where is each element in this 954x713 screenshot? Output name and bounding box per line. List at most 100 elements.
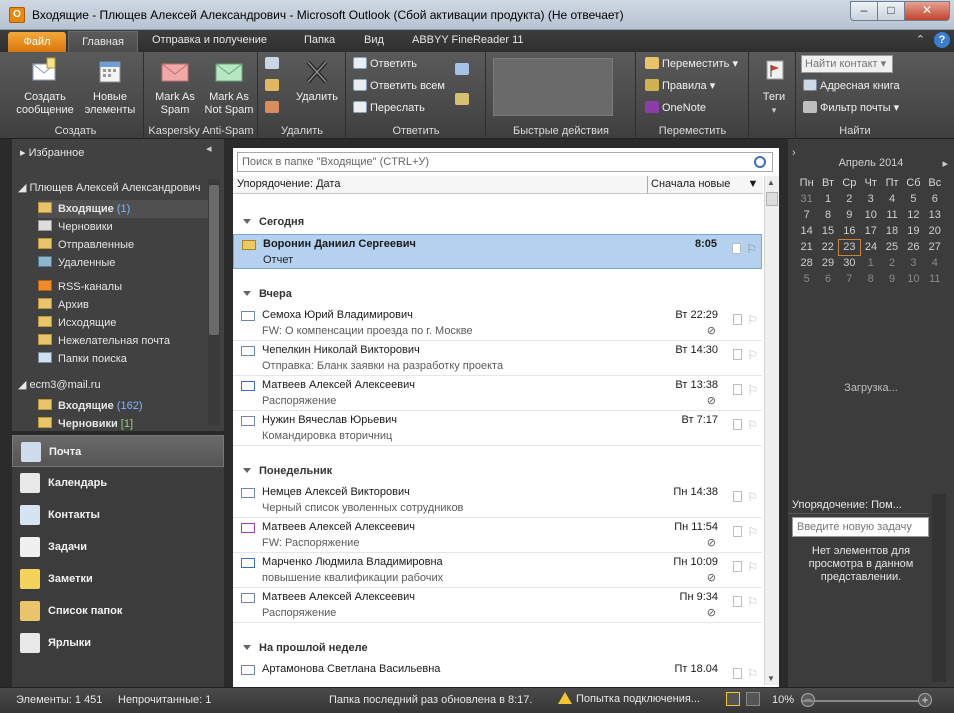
folder-rss[interactable]: RSS-каналы [38, 278, 122, 296]
calendar-day[interactable]: 10 [903, 271, 924, 287]
outlook-app-icon[interactable]: O [9, 7, 25, 23]
message-item[interactable]: Матвеев Алексей Алексеевич Распоряжение … [233, 376, 762, 411]
tab-abbyy[interactable]: ABBYY FineReader 11 [404, 30, 532, 52]
calendar-day[interactable]: 2 [839, 191, 860, 207]
nav-contacts-button[interactable]: Контакты [12, 499, 224, 531]
find-contact-input[interactable]: Найти контакт ▾ [801, 55, 893, 73]
calendar-day[interactable]: 8 [860, 271, 881, 287]
message-item[interactable]: Воронин Даниил Сергеевич Отчет 8:05 ⚐ [233, 234, 762, 269]
category-icon[interactable] [733, 384, 742, 395]
calendar-day[interactable]: 4 [881, 191, 902, 207]
quick-steps-gallery[interactable] [493, 58, 613, 116]
rules-button[interactable]: Правила ▾ [645, 78, 715, 94]
nav-tasks-button[interactable]: Задачи [12, 531, 224, 563]
reply-all-button[interactable]: Ответить всем [353, 78, 445, 94]
collapse-nav-icon[interactable]: ◂ [206, 142, 212, 155]
calendar-day[interactable]: 15 [817, 223, 838, 239]
message-list-scrollbar[interactable]: ▲ ▼ [764, 176, 779, 685]
calendar-day[interactable]: 5 [796, 271, 817, 287]
maximize-button[interactable]: □ [877, 1, 905, 21]
folder-drafts[interactable]: Черновики [38, 218, 113, 236]
new-task-input[interactable]: Введите новую задачу [792, 517, 929, 537]
calendar-day[interactable]: 13 [924, 207, 945, 223]
calendar-day[interactable]: 4 [924, 255, 945, 271]
folder-drafts-2[interactable]: Черновики [1] [38, 415, 133, 431]
category-icon[interactable] [733, 561, 742, 572]
calendar-day[interactable]: 21 [796, 239, 817, 255]
folder-inbox-2[interactable]: Входящие (162) [38, 397, 143, 415]
favorites-header[interactable]: ▸ Избранное [20, 146, 84, 159]
flag-icon[interactable]: ⚐ [747, 418, 758, 432]
tags-button[interactable]: Теги ▾ [754, 56, 794, 117]
mark-spam-button[interactable]: Mark As Spam [149, 56, 201, 117]
reading-view-icon[interactable] [746, 692, 760, 706]
help-icon[interactable]: ? [934, 32, 950, 48]
group-header-monday[interactable]: Понедельник [243, 465, 332, 477]
calendar-day[interactable]: 9 [881, 271, 902, 287]
calendar-day[interactable]: 9 [839, 207, 860, 223]
category-icon[interactable] [732, 243, 741, 254]
more-respond-button[interactable] [455, 92, 472, 108]
calendar-day[interactable]: 28 [796, 255, 817, 271]
reply-button[interactable]: Ответить [353, 56, 417, 72]
scroll-down-icon[interactable]: ▼ [767, 674, 775, 683]
flag-icon[interactable]: ⚐ [747, 595, 758, 609]
sort-order-button[interactable]: Сначала новые ▼ [647, 176, 758, 193]
calendar-day[interactable]: 30 [839, 255, 860, 271]
scroll-up-icon[interactable]: ▲ [767, 178, 775, 187]
calendar-day[interactable]: 24 [860, 239, 881, 255]
calendar-day[interactable]: 18 [881, 223, 902, 239]
folder-deleted[interactable]: Удаленные [38, 254, 115, 272]
group-header-yesterday[interactable]: Вчера [243, 288, 292, 300]
category-icon[interactable] [733, 526, 742, 537]
folder-archive[interactable]: Архив [38, 296, 89, 314]
message-item[interactable]: Немцев Алексей Викторович Черный список … [233, 483, 762, 518]
calendar-day[interactable]: 19 [903, 223, 924, 239]
calendar-day[interactable]: 3 [860, 191, 881, 207]
nav-mail-button[interactable]: Почта [12, 435, 224, 467]
todo-scrollbar[interactable] [932, 494, 946, 682]
minimize-button[interactable]: – [850, 1, 878, 21]
calendar-day[interactable]: 26 [903, 239, 924, 255]
calendar-day[interactable]: 20 [924, 223, 945, 239]
category-icon[interactable] [733, 596, 742, 607]
calendar-day[interactable]: 27 [924, 239, 945, 255]
calendar-day[interactable]: 25 [881, 239, 902, 255]
nav-calendar-button[interactable]: Календарь [12, 467, 224, 499]
meeting-button[interactable] [455, 62, 472, 78]
calendar-day[interactable]: 29 [817, 255, 838, 271]
calendar-day[interactable]: 1 [860, 255, 881, 271]
flag-icon[interactable]: ⚐ [747, 525, 758, 539]
folder-sent[interactable]: Отправленные [38, 236, 134, 254]
forward-button[interactable]: Переслать [353, 100, 425, 116]
calendar-day[interactable]: 16 [839, 223, 860, 239]
message-item[interactable]: Матвеев Алексей Алексеевич Распоряжение … [233, 588, 762, 623]
zoom-in-icon[interactable]: + [918, 693, 932, 707]
search-input[interactable]: Поиск в папке "Входящие" (CTRL+У) [237, 152, 773, 172]
flag-icon[interactable]: ⚐ [746, 242, 757, 256]
collapse-ribbon-icon[interactable]: ⌃ [916, 34, 925, 46]
nav-scroll-thumb[interactable] [209, 185, 219, 335]
calendar-day[interactable]: 10 [860, 207, 881, 223]
calendar-day[interactable]: 11 [924, 271, 945, 287]
tab-folder[interactable]: Папка [296, 30, 343, 52]
task-arrange-button[interactable]: Упорядочение: Пом... [788, 496, 928, 514]
message-item[interactable]: Артамонова Светлана Васильевна Пт 18.04 … [233, 660, 762, 687]
message-item[interactable]: Марченко Людмила Владимировна повышение … [233, 553, 762, 588]
calendar-day-today[interactable]: 23 [838, 238, 861, 256]
folder-outbox[interactable]: Исходящие [38, 314, 116, 332]
flag-icon[interactable]: ⚐ [747, 667, 758, 681]
folder-junk[interactable]: Нежелательная почта [38, 332, 170, 350]
search-icon[interactable] [754, 156, 766, 168]
close-button[interactable]: ✕ [904, 1, 950, 21]
nav-notes-button[interactable]: Заметки [12, 563, 224, 595]
message-item[interactable]: Нужин Вячеслав Юрьевич Командировка втор… [233, 411, 762, 446]
flag-icon[interactable]: ⚐ [747, 383, 758, 397]
calendar-day[interactable]: 14 [796, 223, 817, 239]
delete-button[interactable]: Удалить [291, 56, 343, 104]
connection-status[interactable]: Попытка подключения... [558, 692, 700, 705]
account2-header[interactable]: ◢ ecm3@mail.ru [18, 378, 101, 391]
filter-mail-button[interactable]: Фильтр почты ▾ [803, 100, 899, 116]
calendar-day[interactable]: 2 [881, 255, 902, 271]
calendar-next-icon[interactable]: ▸ [942, 157, 948, 170]
